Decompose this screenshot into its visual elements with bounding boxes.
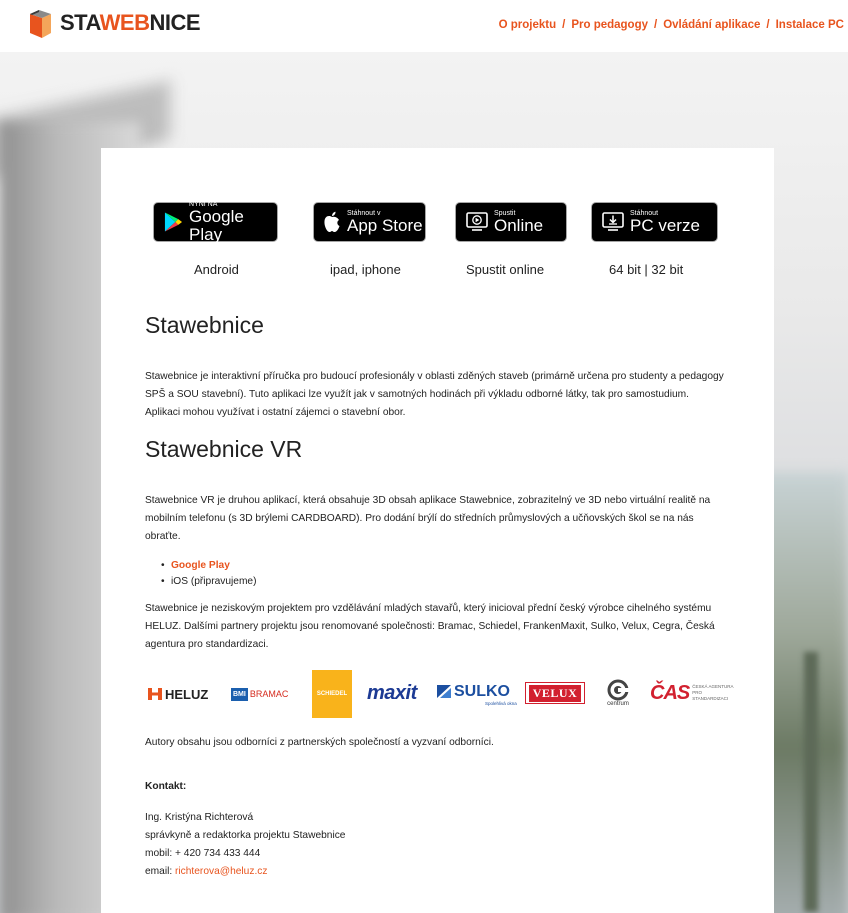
contact-name: Ing. Kristýna Richterová	[145, 812, 254, 823]
velux-text: VELUX	[528, 684, 582, 702]
site-logo[interactable]: STAWEBNICE	[28, 8, 201, 38]
top-navigation: O projektu / Pro pedagogy / Ovládání aplikac…	[499, 19, 844, 31]
bramac-logo[interactable]: BMI BRAMAC	[231, 685, 288, 703]
velux-logo[interactable]: VELUX	[525, 682, 585, 704]
partner-logos: HELUZ BMI BRAMAC SCHIEDEL maxit SULKO Sp…	[145, 670, 733, 718]
app-store-button[interactable]: Stáhnout v App Store	[313, 202, 426, 242]
schiedel-text: SCHIEDEL	[316, 691, 348, 697]
section-text-stawebnice-vr: Stawebnice VR je druhou aplikací, která …	[145, 495, 711, 542]
google-play-icon	[164, 212, 183, 232]
contact-role: správkyně a redaktorka projektu Stawebni…	[145, 830, 346, 841]
google-play-button[interactable]: NYNÍ NA Google Play	[153, 201, 278, 244]
monitor-play-icon	[466, 212, 488, 231]
centrum-mark-icon	[607, 679, 629, 701]
vr-platform-list: Google Play iOS (připravujeme)	[161, 558, 257, 590]
apple-icon	[324, 211, 340, 232]
background-pole	[804, 652, 818, 912]
contact-phone: mobil: + 420 734 433 444	[145, 848, 261, 859]
badge-labels: Android ipad, iphone Spustit online 64 b…	[153, 262, 733, 280]
cas-subtitle: ČESKÁ AGENTURA PRO STANDARDIZACI	[692, 684, 734, 701]
badge-title: Google Play	[189, 206, 244, 244]
online-button[interactable]: Spustit Online	[455, 202, 567, 242]
list-item: Google Play	[161, 558, 257, 574]
ios-coming-soon: iOS (připravujeme)	[171, 576, 257, 587]
sulko-text: SULKO	[454, 682, 510, 700]
cas-logo[interactable]: ČAS ČESKÁ AGENTURA PRO STANDARDIZACI	[650, 676, 734, 710]
bramac-text: BRAMAC	[249, 689, 289, 699]
contact-email-line: email: richterova@heluz.cz	[145, 863, 725, 881]
nav-separator: /	[766, 19, 770, 31]
centrum-text: centrum	[607, 701, 629, 707]
nav-link-pro-pedagogy[interactable]: Pro pedagogy	[571, 19, 648, 31]
badge-label-android: Android	[194, 262, 239, 277]
authors-text: Autory obsahu jsou odborníci z partnersk…	[145, 737, 494, 748]
sulko-mark-icon	[437, 685, 451, 698]
nav-separator: /	[562, 19, 566, 31]
badge-label-pc: 64 bit | 32 bit	[609, 262, 684, 277]
brick-cube-icon	[30, 10, 51, 38]
contact-heading: Kontakt:	[145, 781, 187, 792]
section-text-partners: Stawebnice je neziskovým projektem pro v…	[145, 603, 715, 650]
nav-separator: /	[654, 19, 658, 31]
contact-email-label: email:	[145, 866, 176, 877]
schiedel-logo[interactable]: SCHIEDEL	[312, 670, 352, 718]
heluz-text: HELUZ	[165, 686, 209, 702]
monitor-download-icon	[602, 212, 624, 231]
google-play-link[interactable]: Google Play	[171, 560, 230, 571]
site-header: STAWEBNICE O projektu / Pro pedagogy / Ovlád…	[0, 0, 848, 52]
badge-title: App Store	[347, 215, 423, 235]
logo-text: STAWEBNICE	[60, 10, 201, 35]
badge-label-ios: ipad, iphone	[330, 262, 401, 277]
cegra-logo[interactable]: centrum	[593, 674, 643, 712]
maxit-logo[interactable]: maxit	[367, 680, 417, 706]
heluz-logo[interactable]: HELUZ	[148, 684, 208, 704]
badge-title: Online	[494, 215, 544, 235]
contact-email-link[interactable]: richterova@heluz.cz	[175, 866, 267, 877]
nav-link-ovladani-aplikace[interactable]: Ovládání aplikace	[663, 19, 760, 31]
bmi-text: BMI	[231, 687, 248, 701]
nav-link-instalace-pc[interactable]: Instalace PC	[776, 19, 844, 31]
sulko-subtitle: Spolehlivá okna	[485, 700, 517, 706]
pc-download-button[interactable]: Stáhnout PC verze	[591, 202, 718, 242]
maxit-text: maxit	[367, 681, 417, 704]
cas-text: ČAS	[650, 681, 690, 704]
content-card: NYNÍ NA Google Play Stáhnout v App Store S…	[101, 148, 774, 913]
sulko-logo[interactable]: SULKO Spolehlivá okna	[437, 678, 517, 710]
section-title-stawebnice-vr: Stawebnice VR	[145, 436, 303, 462]
section-title-stawebnice: Stawebnice	[145, 312, 264, 338]
section-text-stawebnice: Stawebnice je interaktivní příručka pro …	[145, 371, 724, 418]
nav-link-o-projektu[interactable]: O projektu	[499, 19, 557, 31]
list-item: iOS (připravujeme)	[161, 574, 257, 590]
heluz-mark-icon	[148, 688, 162, 700]
badge-label-online: Spustit online	[466, 262, 545, 277]
badge-title: PC verze	[630, 215, 700, 235]
download-badges: NYNÍ NA Google Play Stáhnout v App Store S…	[153, 201, 733, 244]
